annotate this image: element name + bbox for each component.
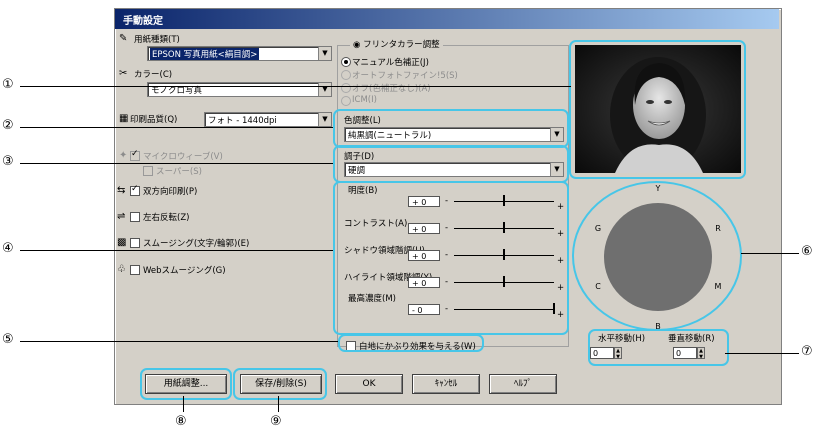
smoothing-checkbox[interactable] [130,238,140,248]
highlight-mode [333,145,569,183]
callout-4: ④ [2,241,14,256]
highlight-tone [333,109,569,148]
print-quality-icon: ▦ [119,113,129,124]
title-bar: 手動設定 [115,9,779,29]
bidirectional-checkbox[interactable] [130,184,140,196]
highlight-shift [588,329,729,366]
paper-type-icon: ✎ [119,33,128,44]
leader-2 [20,127,333,128]
callout-2: ② [2,118,14,133]
highlight-paper-adjust [140,368,232,400]
web-smoothing-label: Webスムージング(G) [143,266,226,276]
micro-weave-icon: ✦ [119,150,128,161]
print-quality-label: 印刷品質(Q) [130,115,178,125]
leader-6 [741,253,799,254]
callout-8: ⑧ [175,414,187,429]
chevron-down-icon[interactable]: ▼ [318,47,331,60]
super-checkbox[interactable] [143,166,153,176]
highlight-sliders [333,181,569,335]
highlight-color-circle [572,181,742,331]
mirror-icon: ⇌ [117,211,126,222]
leader-5 [20,341,338,342]
callout-6: ⑥ [801,244,813,259]
highlight-save-delete [233,368,327,400]
callout-3: ③ [2,154,14,169]
radio-manual[interactable] [341,57,351,67]
leader-9 [278,396,279,412]
ok-button[interactable]: OK [335,374,403,394]
mirror-checkbox[interactable] [130,212,140,222]
radio-photo-enhance-label: オートフォトファイン!5(S) [352,71,458,81]
paper-type-select[interactable]: EPSON 写真用紙<絹目調> ▼ [147,46,332,61]
leader-7 [725,353,799,354]
web-smoothing-checkbox[interactable] [130,265,140,275]
paper-type-value: EPSON 写真用紙<絹目調> [150,48,260,60]
smoothing-icon: ▩ [117,237,127,248]
radio-no-color[interactable] [341,83,351,93]
radio-icm-label: ICM(I) [352,95,377,105]
web-smoothing-icon: ♧ [117,264,126,275]
print-quality-select[interactable]: フォト - 1440dpi ▼ [204,112,332,127]
radio-no-color-label: オフ(色補正なし)(A) [352,84,431,94]
mirror-label: 左右反転(Z) [143,213,190,223]
color-adjust-group-header: ◉ フリンタカラー調整 [350,38,443,50]
cancel-button[interactable]: ｷｬﾝｾﾙ [412,374,480,394]
bidirectional-icon: ⇆ [117,185,126,196]
callout-9: ⑨ [270,414,282,429]
radio-manual-label: マニュアル色補正(J) [352,58,429,68]
radio-photo-enhance[interactable] [341,70,351,80]
radio-icm[interactable] [341,96,351,106]
print-quality-value: フォト - 1440dpi [208,116,277,126]
color-icon: ✂ [119,68,128,79]
bidirectional-label: 双方向印刷(P) [143,187,198,197]
dialog-title: 手動設定 [123,16,163,27]
highlight-white-border [338,334,484,352]
printer-color-icon: ◉ [353,40,364,50]
chevron-down-icon[interactable]: ▼ [318,83,331,96]
super-label: スーパー(S) [156,167,202,177]
paper-type-label: 用紙種類(T) [134,35,180,45]
help-button[interactable]: ﾍﾙﾌﾟ [489,374,557,394]
smoothing-label: スムージング(文字/輪郭)(E) [143,239,250,249]
leader-4 [20,250,333,251]
chevron-down-icon[interactable]: ▼ [318,113,331,126]
color-select[interactable]: モノクロ写真 ▼ [147,82,332,97]
micro-weave-label: マイクロウィーブ(V) [143,152,223,162]
micro-weave-checkbox[interactable] [130,149,140,161]
color-label: カラー(C) [134,70,173,80]
leader-1 [20,86,571,87]
callout-5: ⑤ [2,332,14,347]
callout-7: ⑦ [801,344,813,359]
highlight-preview [569,40,746,179]
callout-1: ① [2,77,14,92]
leader-8 [183,396,184,412]
leader-3 [20,163,333,164]
color-adjust-title: フリンタカラー調整 [363,40,440,50]
